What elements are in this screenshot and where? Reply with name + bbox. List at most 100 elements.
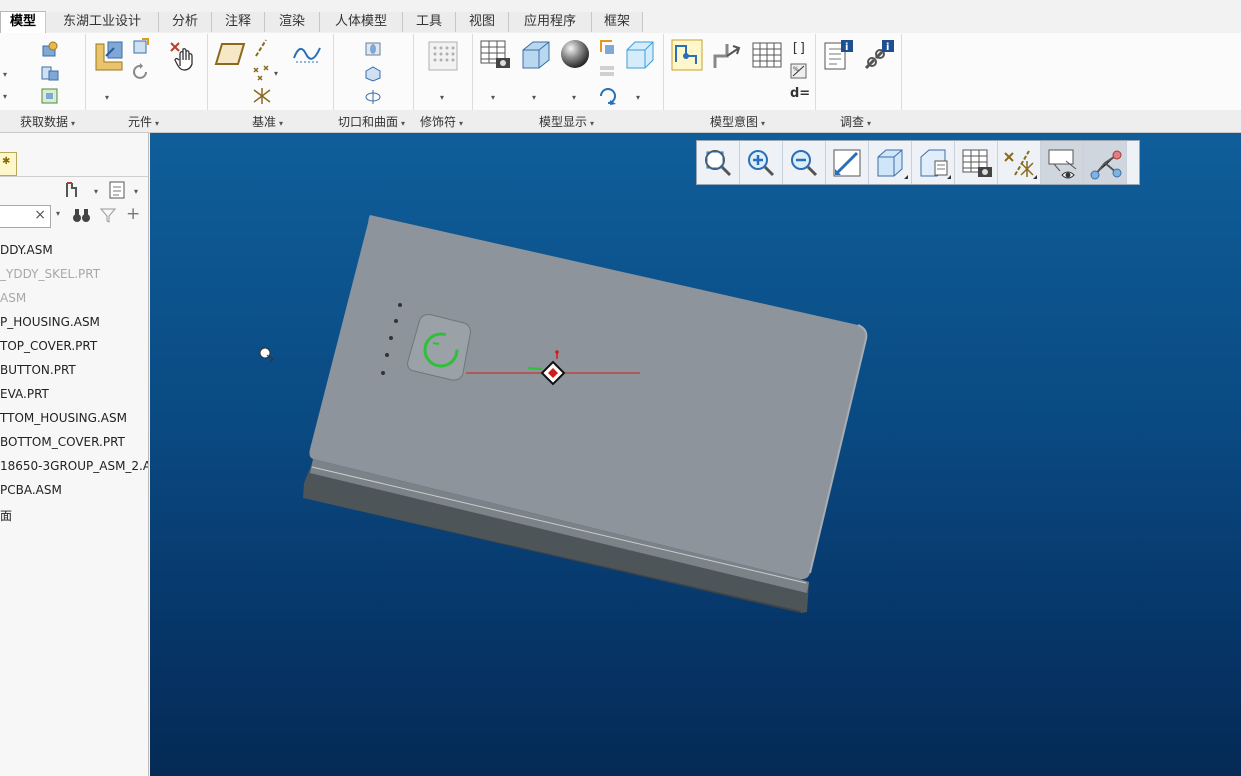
dropdown-arrow[interactable]: ▾ xyxy=(532,93,536,102)
favorites-tab-icon[interactable]: ✱ xyxy=(0,152,17,176)
model-top-cover[interactable] xyxy=(309,215,867,580)
display-table-icon[interactable] xyxy=(478,38,514,72)
sketch-curve-icon[interactable] xyxy=(292,40,324,68)
dropdown-arrow[interactable]: ▾ xyxy=(440,93,444,102)
assemble-icon[interactable] xyxy=(92,38,126,74)
group-cut-surface[interactable]: 切口和曲面 ▾ xyxy=(338,113,405,130)
reference-viewer-icon[interactable]: i xyxy=(862,38,896,72)
datum-display-button[interactable] xyxy=(998,141,1041,184)
extrude-cut-icon[interactable] xyxy=(363,64,385,82)
tree-item[interactable]: TOP_COVER.PRT xyxy=(0,339,148,353)
find-binoculars-icon[interactable] xyxy=(72,206,92,224)
create-component-icon[interactable] xyxy=(131,38,151,56)
point-icon[interactable]: ▾ xyxy=(252,62,282,82)
regenerate-icon[interactable] xyxy=(131,63,151,81)
zoom-in-icon xyxy=(748,150,775,177)
display-style-button[interactable] xyxy=(869,141,912,184)
publish-geometry-icon[interactable] xyxy=(40,64,60,82)
switch-dimensions-button[interactable]: d= xyxy=(790,86,810,101)
svg-text:i: i xyxy=(845,42,848,53)
copy-geometry-icon[interactable] xyxy=(40,40,60,58)
dropdown-arrow[interactable]: ▾ xyxy=(3,92,7,101)
tree-item[interactable]: P_HOUSING.ASM xyxy=(0,315,148,329)
svg-text:i: i xyxy=(886,42,889,53)
box-view-icon[interactable] xyxy=(623,38,657,72)
perspective-icon[interactable] xyxy=(598,86,620,106)
model-3d-view[interactable] xyxy=(150,133,1241,776)
group-components[interactable]: 元件 ▾ xyxy=(128,113,159,130)
dropdown-arrow[interactable]: ▾ xyxy=(636,93,640,102)
tree-item[interactable]: PCBA.ASM xyxy=(0,483,148,497)
view-manager-button[interactable] xyxy=(955,141,998,184)
show-menu-icon[interactable]: ▾ xyxy=(108,180,144,200)
spin-center-button[interactable] xyxy=(1084,141,1127,184)
dropdown-arrow[interactable]: ▾ xyxy=(3,70,7,79)
dropdown-arrow[interactable]: ▾ xyxy=(572,93,576,102)
annotation-display-button[interactable] xyxy=(1041,141,1084,184)
group-investigate[interactable]: 调查 ▾ xyxy=(840,113,871,130)
group-model-display[interactable]: 模型显示 ▾ xyxy=(539,113,594,130)
model-info-icon[interactable]: i xyxy=(822,38,856,72)
clear-search-icon[interactable]: × xyxy=(34,207,46,223)
tab-analysis[interactable]: 分析 xyxy=(158,12,211,32)
tab-donghu-design[interactable]: 东湖工业设计 xyxy=(45,12,158,32)
tab-render[interactable]: 渲染 xyxy=(264,12,319,32)
plane-icon[interactable] xyxy=(214,40,248,68)
saved-views-button[interactable] xyxy=(912,141,955,184)
layers-icon[interactable] xyxy=(598,62,618,80)
tree-item[interactable]: TTOM_HOUSING.ASM xyxy=(0,411,148,425)
publish-interface-icon[interactable] xyxy=(711,40,743,72)
parameters-icon[interactable]: % xyxy=(790,62,808,80)
revolve-icon[interactable] xyxy=(363,88,385,106)
tree-item[interactable]: ASM xyxy=(0,291,148,305)
shrinkwrap-icon[interactable] xyxy=(40,87,60,105)
tree-item[interactable]: BUTTON.PRT xyxy=(0,363,148,377)
tree-item[interactable]: 18650-3GROUP_ASM_2.A xyxy=(0,459,148,473)
group-datum[interactable]: 基准 ▾ xyxy=(252,113,283,130)
tree-item[interactable]: DDY.ASM xyxy=(0,243,148,257)
skeleton-model-icon[interactable] xyxy=(670,38,704,72)
repaint-button[interactable] xyxy=(826,141,869,184)
tree-item[interactable]: BOTTOM_COVER.PRT xyxy=(0,435,148,449)
cosmetic-pattern-icon[interactable] xyxy=(427,40,459,72)
tab-annotate[interactable]: 注释 xyxy=(211,12,264,32)
display-style-icon xyxy=(877,149,908,179)
drag-components-icon[interactable] xyxy=(168,40,198,72)
tree-settings-icon[interactable]: ▾ xyxy=(64,180,102,200)
shaded-box-icon[interactable] xyxy=(519,38,553,72)
tree-item[interactable]: 面 xyxy=(0,507,148,524)
tab-human-model[interactable]: 人体模型 xyxy=(319,12,402,32)
svg-text:%: % xyxy=(793,66,799,73)
tab-model[interactable]: 模型 xyxy=(0,11,46,34)
hole-icon[interactable] xyxy=(363,40,385,58)
svg-text:▾: ▾ xyxy=(134,187,138,196)
group-get-data[interactable]: 获取数据 ▾ xyxy=(20,113,75,130)
tab-tools[interactable]: 工具 xyxy=(402,12,455,32)
axis-icon[interactable] xyxy=(252,38,270,58)
annotation-display-icon xyxy=(1048,149,1077,179)
view-manager-icon xyxy=(962,149,992,177)
zoom-in-button[interactable] xyxy=(740,141,783,184)
tree-item[interactable]: EVA.PRT xyxy=(0,387,148,401)
dropdown-arrow[interactable]: ▾ xyxy=(491,93,495,102)
coordinate-system-icon[interactable] xyxy=(252,86,274,106)
tab-applications[interactable]: 应用程序 xyxy=(508,12,591,32)
filter-icon[interactable] xyxy=(100,207,116,223)
refit-button[interactable] xyxy=(697,141,740,184)
tab-framework[interactable]: 框架 xyxy=(591,12,643,32)
tab-view[interactable]: 视图 xyxy=(455,12,508,32)
tree-item[interactable]: _YDDY_SKEL.PRT xyxy=(0,267,148,281)
group-modifiers[interactable]: 修饰符 ▾ xyxy=(420,113,463,130)
family-table-icon[interactable] xyxy=(751,40,785,70)
spin-center-icon xyxy=(1090,150,1122,180)
zoom-out-button[interactable] xyxy=(783,141,826,184)
dropdown-arrow[interactable]: ▾ xyxy=(105,93,109,102)
graphics-viewport[interactable] xyxy=(150,133,1241,776)
appearance-sphere-icon[interactable] xyxy=(559,38,593,72)
search-dropdown-arrow[interactable]: ▾ xyxy=(56,209,60,218)
relations-icon[interactable]: [] xyxy=(790,38,808,56)
add-column-icon[interactable]: + xyxy=(126,204,140,224)
group-model-intent[interactable]: 模型意图 ▾ xyxy=(710,113,765,130)
section-icon[interactable] xyxy=(598,38,618,56)
tree-search-input[interactable]: × xyxy=(0,205,51,228)
